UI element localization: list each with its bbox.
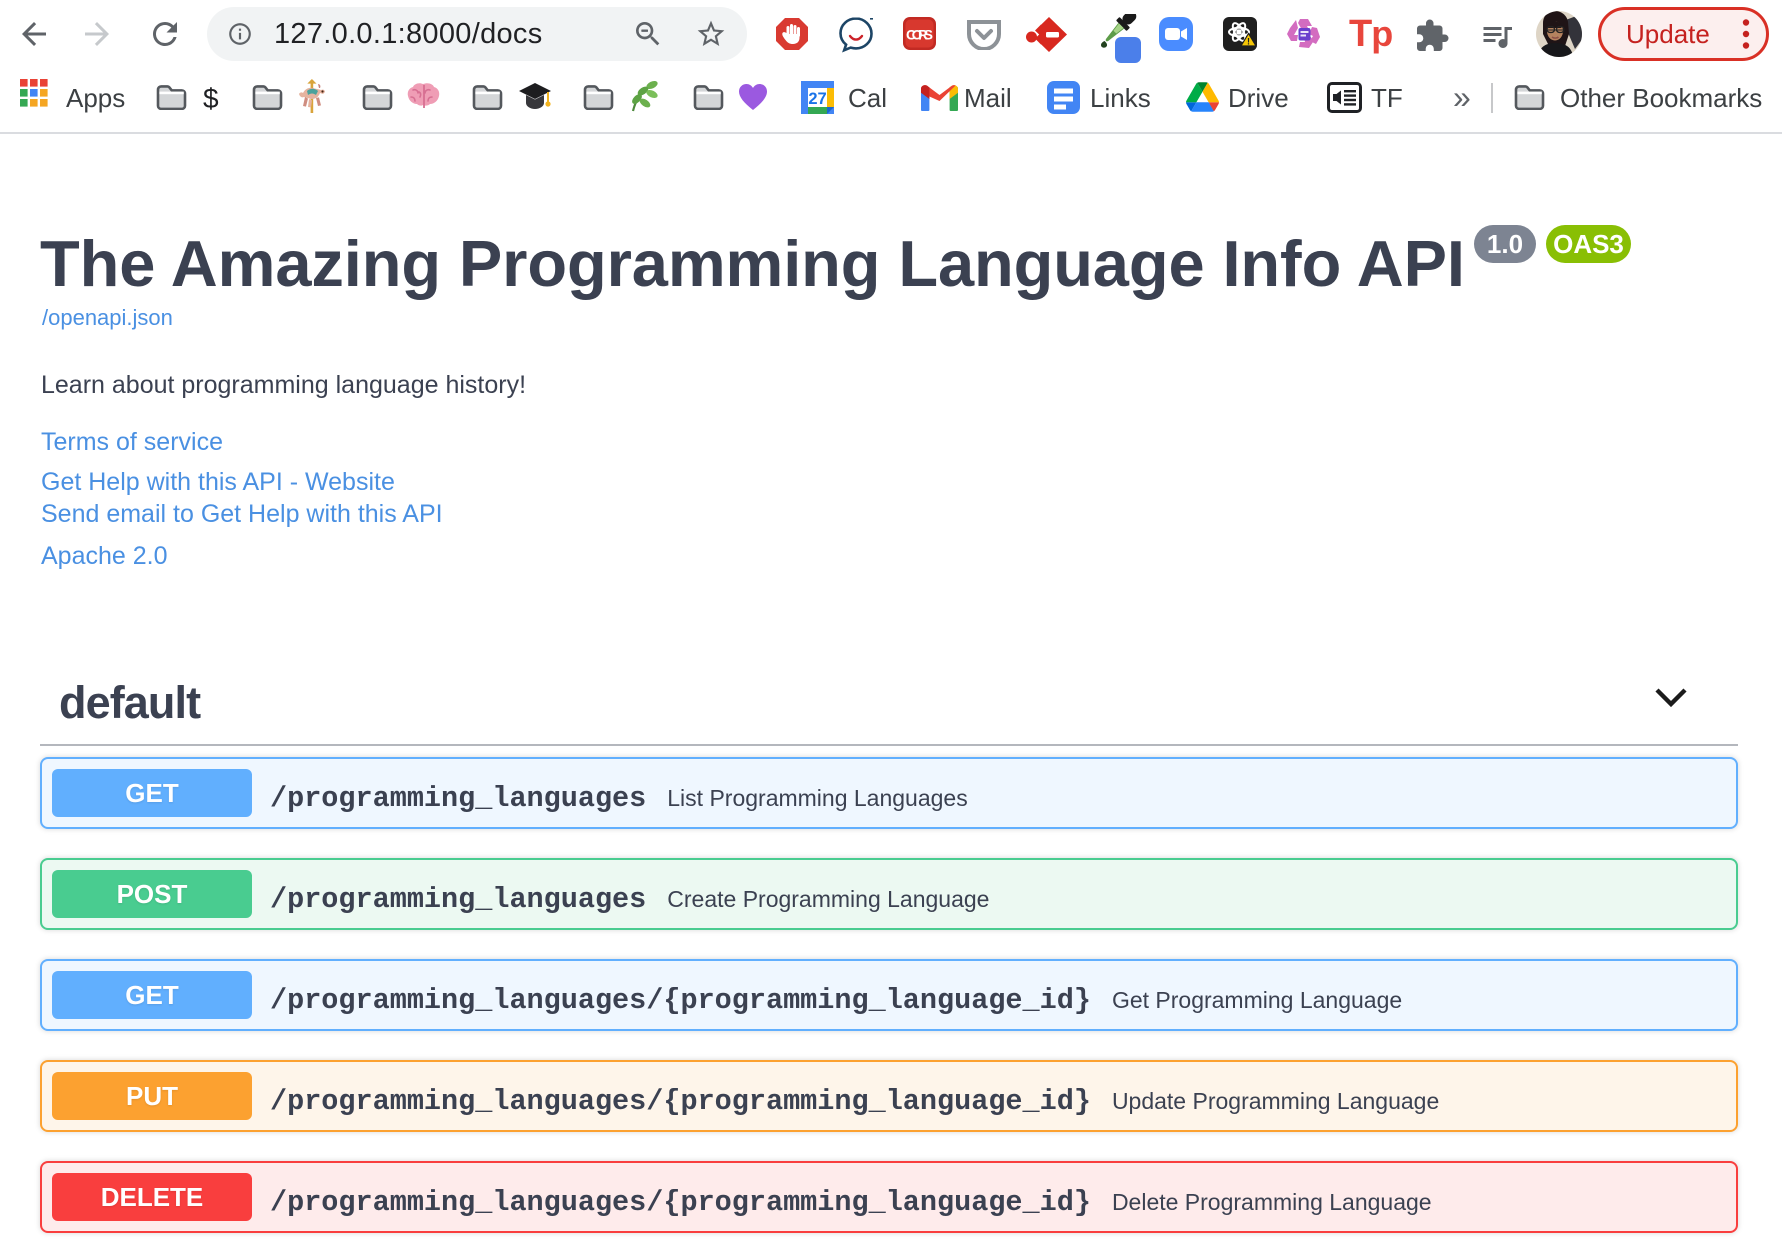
svg-text:!: ! xyxy=(1247,37,1250,47)
svg-text:CORS: CORS xyxy=(906,27,933,43)
svg-text:27: 27 xyxy=(808,90,826,108)
